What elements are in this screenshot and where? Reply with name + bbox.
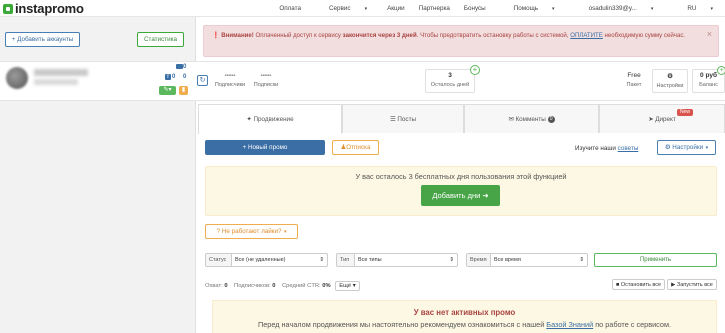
settings-dropdown-button[interactable]: ⚙ Настройки ▾ xyxy=(657,140,716,155)
chevron-down-icon: ▾ xyxy=(704,144,709,151)
gear-icon: ⚙ xyxy=(664,144,673,151)
status-filter-select[interactable]: Все (не удаленные) ⇕ xyxy=(232,253,328,267)
caret-down-icon: ▾ xyxy=(364,6,368,12)
add-accounts-button[interactable]: + Добавить аккаунты xyxy=(5,32,80,47)
delete-account-button[interactable]: ▮ xyxy=(179,86,188,95)
updown-icon: ⇕ xyxy=(319,257,324,263)
send-icon: ➤ xyxy=(648,115,656,123)
nav-language[interactable]: RU ▾ xyxy=(673,5,719,12)
following-stat: ----- Подписки xyxy=(253,72,279,88)
package-stat[interactable]: Free Пакет xyxy=(619,72,649,88)
list-icon: ☰ xyxy=(390,115,398,123)
trial-notice-text: У вас осталось 3 бесплатных дня пользова… xyxy=(355,172,567,181)
refresh-icon: ↻ xyxy=(199,77,206,84)
caret-down-icon: ▾ xyxy=(552,6,555,12)
tab-comments[interactable]: ✉ Комменты 0 xyxy=(464,104,599,133)
avatar[interactable] xyxy=(6,67,28,89)
caret-down-icon: ▾ xyxy=(710,6,713,12)
nav-item-bonuses[interactable]: Бонусы xyxy=(464,5,486,12)
nav-user-menu[interactable]: osadulin339@y... ▾ xyxy=(575,5,660,12)
time-filter-label: Время xyxy=(466,253,491,267)
promo-stats: Охват: 0 Подписчиков: 0 Средний CTR: 0% … xyxy=(205,281,360,291)
type-filter-select[interactable]: Все типы ⇕ xyxy=(355,253,458,267)
tab-posts[interactable]: ☰ Посты xyxy=(342,104,464,133)
facebook-icon: f xyxy=(165,74,171,80)
new-promo-button[interactable]: + Новый промо xyxy=(205,140,325,155)
promotion-icon: ✦ xyxy=(246,116,254,123)
comments-count-badge: 0 xyxy=(547,115,555,123)
nav-item-payment[interactable]: Оплата xyxy=(279,5,301,12)
pencil-icon: ✎▾ xyxy=(163,87,172,93)
unsubscribe-button[interactable]: ♟ Отписка xyxy=(332,140,379,155)
trash-icon: ▮ xyxy=(181,87,186,93)
nav-item-partners[interactable]: Партнерка xyxy=(419,5,450,12)
statistics-button[interactable]: Статистика xyxy=(137,32,184,47)
account-settings-stat: ⚙ Настройки xyxy=(652,72,688,89)
nav-item-promotions[interactable]: Акции xyxy=(387,5,405,12)
account-name-blurred xyxy=(34,69,88,76)
learn-tips: Изучите наши советы xyxy=(575,145,639,152)
chat-icon xyxy=(176,64,183,69)
status-filter-label: Статус xyxy=(205,253,232,267)
stop-all-button[interactable]: ■ Остановить все xyxy=(612,279,665,290)
refresh-button[interactable]: ↻ xyxy=(197,75,208,86)
likes-not-working-button[interactable]: ? Не работают лайки? ▾ xyxy=(205,224,298,239)
pay-link[interactable]: ОПЛАТИТЕ xyxy=(570,32,603,39)
tips-link[interactable]: советы xyxy=(618,145,639,152)
updown-icon: ⇕ xyxy=(579,257,584,263)
account-row xyxy=(0,61,725,101)
time-filter-select[interactable]: Все время ⇕ xyxy=(491,253,588,267)
no-promo-title: У вас нет активных промо xyxy=(413,308,516,317)
fb-count[interactable]: 0 xyxy=(172,74,175,80)
payment-alert: ❗ Внимание! Оплаченный доступ к сервису … xyxy=(203,25,719,57)
knowledge-base-link[interactable]: Базой Знаний xyxy=(546,320,593,329)
tabs: ✦ Продвижение ☰ Посты ✉ Комменты 0 ➤ Дире… xyxy=(198,104,725,134)
add-balance-plus-button[interactable]: + xyxy=(717,66,725,75)
comment-icon: ✉ xyxy=(508,115,516,123)
days-left-stat: 3 Осталось дней xyxy=(430,72,470,88)
tab-promotion[interactable]: ✦ Продвижение xyxy=(198,104,342,134)
gear-icon: ⚙ xyxy=(667,73,673,80)
nav-item-service[interactable]: Сервис ▾ xyxy=(315,5,373,12)
add-days-plus-button[interactable]: + xyxy=(470,65,480,75)
new-badge: New xyxy=(677,109,694,116)
logo-icon xyxy=(3,3,13,14)
tab-direct[interactable]: ➤ Директ xyxy=(599,104,725,133)
messages-count[interactable]: 0 xyxy=(183,64,186,70)
main-nav: Оплата Сервис ▾ Акции Партнерка Бонусы По… xyxy=(265,0,725,17)
edit-account-button[interactable]: ✎▾ xyxy=(159,86,176,95)
updown-icon: ⇕ xyxy=(449,257,454,263)
warning-icon: ❗ xyxy=(212,32,220,39)
no-promo-text: Перед началом продвижения мы настоятельн… xyxy=(257,320,672,329)
followers-stat: ----- Подписчики xyxy=(214,72,246,88)
account-handle-blurred xyxy=(34,79,78,85)
other-count[interactable]: 0 xyxy=(183,74,186,80)
caret-down-icon: ▾ xyxy=(650,6,654,12)
logo[interactable]: instapromo xyxy=(3,1,84,16)
type-filter-label: Тип xyxy=(336,253,355,267)
chevron-down-icon: ▾ xyxy=(282,228,287,235)
apply-filter-button[interactable]: Применить xyxy=(594,253,717,267)
start-all-button[interactable]: ▶ Запустить все xyxy=(667,279,717,290)
close-icon[interactable]: × xyxy=(707,30,712,39)
nav-item-help[interactable]: Помощь ▾ xyxy=(500,5,561,12)
more-dropdown-button[interactable]: Ещё ▾ xyxy=(335,281,360,291)
add-days-button[interactable]: Добавить дни ➜ xyxy=(421,185,500,206)
